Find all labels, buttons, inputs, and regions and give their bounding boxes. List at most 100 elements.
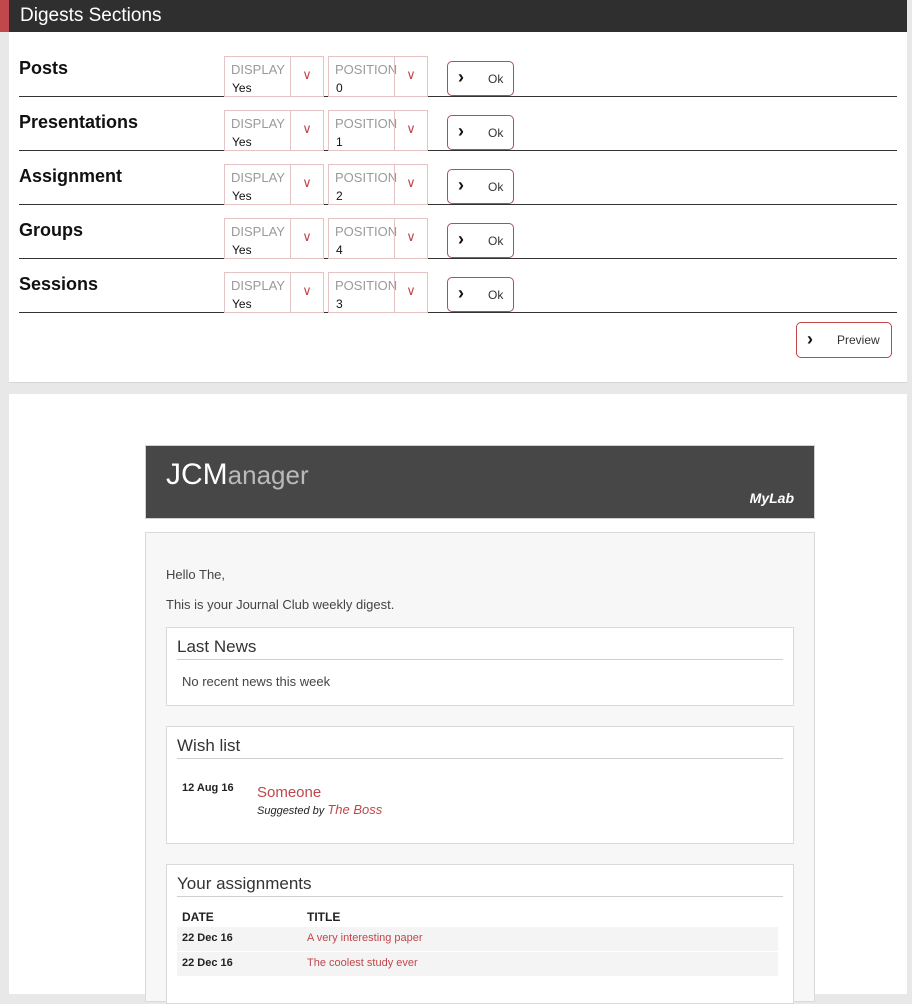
chevron-right-icon: › bbox=[458, 175, 464, 195]
row-date: 22 Dec 16 bbox=[182, 932, 233, 944]
display-label: DISPLAY bbox=[231, 170, 285, 185]
position-select[interactable]: POSITION 0 ∨ bbox=[328, 56, 428, 97]
ok-label: Ok bbox=[488, 288, 504, 302]
section-row-sessions: Sessions DISPLAY Yes ∨ POSITION 3 ∨ › Ok bbox=[19, 258, 897, 313]
wish-date: 12 Aug 16 bbox=[182, 782, 234, 794]
display-value: Yes bbox=[232, 135, 252, 149]
display-value: Yes bbox=[232, 297, 252, 311]
ok-label: Ok bbox=[488, 180, 504, 194]
ok-label: Ok bbox=[488, 126, 504, 140]
display-label: DISPLAY bbox=[231, 62, 285, 77]
position-select[interactable]: POSITION 2 ∨ bbox=[328, 164, 428, 205]
brand-main: JCM bbox=[166, 458, 228, 491]
position-value: 0 bbox=[336, 81, 343, 95]
chevron-down-icon[interactable]: ∨ bbox=[394, 219, 427, 258]
ok-button[interactable]: › Ok bbox=[447, 223, 514, 258]
section-name: Assignment bbox=[19, 166, 123, 186]
section-row-presentations: Presentations DISPLAY Yes ∨ POSITION 1 ∨… bbox=[19, 96, 897, 151]
col-title-header: TITLE bbox=[307, 910, 341, 924]
position-label: POSITION bbox=[335, 278, 398, 293]
chevron-down-icon[interactable]: ∨ bbox=[290, 219, 323, 258]
section-name: Posts bbox=[19, 58, 69, 78]
chevron-right-icon: › bbox=[458, 229, 464, 249]
position-label: POSITION bbox=[335, 116, 398, 131]
position-select[interactable]: POSITION 3 ∨ bbox=[328, 272, 428, 313]
chevron-right-icon: › bbox=[807, 329, 813, 349]
section-name: Sessions bbox=[19, 274, 99, 294]
digest-preview-panel: JCManager MyLab Hello The, This is your … bbox=[9, 394, 907, 1004]
section-row-groups: Groups DISPLAY Yes ∨ POSITION 4 ∨ › Ok bbox=[19, 204, 897, 259]
ok-button[interactable]: › Ok bbox=[447, 61, 514, 96]
display-value: Yes bbox=[232, 81, 252, 95]
row-title-link[interactable]: The coolest study ever bbox=[307, 957, 418, 969]
chevron-down-icon[interactable]: ∨ bbox=[394, 57, 427, 96]
wish-item-link[interactable]: Someone bbox=[257, 784, 321, 801]
chevron-right-icon: › bbox=[458, 67, 464, 87]
intro-text: This is your Journal Club weekly digest. bbox=[166, 597, 395, 612]
assignments-title: Your assignments bbox=[177, 874, 783, 897]
position-label: POSITION bbox=[335, 62, 398, 77]
chevron-down-icon[interactable]: ∨ bbox=[394, 165, 427, 204]
app-logo: JCManager bbox=[166, 458, 309, 492]
display-select[interactable]: DISPLAY Yes ∨ bbox=[224, 56, 324, 97]
ok-button[interactable]: › Ok bbox=[447, 115, 514, 150]
ok-button[interactable]: › Ok bbox=[447, 277, 514, 312]
col-date-header: DATE bbox=[182, 910, 214, 924]
last-news-empty: No recent news this week bbox=[182, 674, 331, 689]
email-banner: JCManager MyLab bbox=[145, 445, 815, 519]
display-select[interactable]: DISPLAY Yes ∨ bbox=[224, 110, 324, 151]
preview-button[interactable]: › Preview bbox=[796, 322, 892, 358]
ok-label: Ok bbox=[488, 234, 504, 248]
display-select[interactable]: DISPLAY Yes ∨ bbox=[224, 218, 324, 259]
row-title-link[interactable]: A very interesting paper bbox=[307, 932, 423, 944]
chevron-down-icon[interactable]: ∨ bbox=[394, 111, 427, 150]
ok-button[interactable]: › Ok bbox=[447, 169, 514, 204]
section-name: Groups bbox=[19, 220, 84, 240]
display-label: DISPLAY bbox=[231, 278, 285, 293]
panel-header: Digests Sections bbox=[0, 0, 907, 32]
lab-name: MyLab bbox=[749, 490, 794, 506]
section-name: Presentations bbox=[19, 112, 139, 132]
preview-label: Preview bbox=[837, 333, 880, 347]
position-value: 1 bbox=[336, 135, 343, 149]
position-select[interactable]: POSITION 1 ∨ bbox=[328, 110, 428, 151]
display-label: DISPLAY bbox=[231, 224, 285, 239]
table-row: 22 Dec 16 The coolest study ever bbox=[177, 952, 778, 976]
assignments-box: Your assignments DATE TITLE 22 Dec 16 A … bbox=[166, 864, 794, 1004]
panel-title: Digests Sections bbox=[20, 5, 162, 26]
chevron-right-icon: › bbox=[458, 121, 464, 141]
email-body: Hello The, This is your Journal Club wee… bbox=[145, 532, 815, 1004]
chevron-down-icon[interactable]: ∨ bbox=[290, 273, 323, 312]
display-value: Yes bbox=[232, 189, 252, 203]
display-select[interactable]: DISPLAY Yes ∨ bbox=[224, 164, 324, 205]
greeting: Hello The, bbox=[166, 567, 226, 582]
brand-rest: anager bbox=[227, 460, 309, 490]
display-select[interactable]: DISPLAY Yes ∨ bbox=[224, 272, 324, 313]
table-row: 22 Dec 16 A very interesting paper bbox=[177, 927, 778, 951]
section-row-assignment: Assignment DISPLAY Yes ∨ POSITION 2 ∨ › … bbox=[19, 150, 897, 205]
position-select[interactable]: POSITION 4 ∨ bbox=[328, 218, 428, 259]
suggested-by-name[interactable]: The Boss bbox=[327, 802, 382, 817]
row-date: 22 Dec 16 bbox=[182, 957, 233, 969]
display-value: Yes bbox=[232, 243, 252, 257]
chevron-right-icon: › bbox=[458, 283, 464, 303]
wish-list-title: Wish list bbox=[177, 736, 783, 759]
wish-list-box: Wish list 12 Aug 16 Someone Suggested by… bbox=[166, 726, 794, 844]
chevron-down-icon[interactable]: ∨ bbox=[290, 111, 323, 150]
digests-panel: Digests Sections Posts DISPLAY Yes ∨ POS… bbox=[0, 0, 907, 383]
last-news-title: Last News bbox=[177, 637, 783, 660]
ok-label: Ok bbox=[488, 72, 504, 86]
position-label: POSITION bbox=[335, 224, 398, 239]
position-value: 3 bbox=[336, 297, 343, 311]
last-news-box: Last News No recent news this week bbox=[166, 627, 794, 706]
chevron-down-icon[interactable]: ∨ bbox=[290, 165, 323, 204]
section-row-posts: Posts DISPLAY Yes ∨ POSITION 0 ∨ › Ok bbox=[19, 42, 897, 97]
position-value: 4 bbox=[336, 243, 343, 257]
position-value: 2 bbox=[336, 189, 343, 203]
position-label: POSITION bbox=[335, 170, 398, 185]
wish-suggested-by: Suggested by The Boss bbox=[257, 802, 382, 817]
suggested-prefix: Suggested by bbox=[257, 805, 325, 817]
chevron-down-icon[interactable]: ∨ bbox=[290, 57, 323, 96]
display-label: DISPLAY bbox=[231, 116, 285, 131]
chevron-down-icon[interactable]: ∨ bbox=[394, 273, 427, 312]
